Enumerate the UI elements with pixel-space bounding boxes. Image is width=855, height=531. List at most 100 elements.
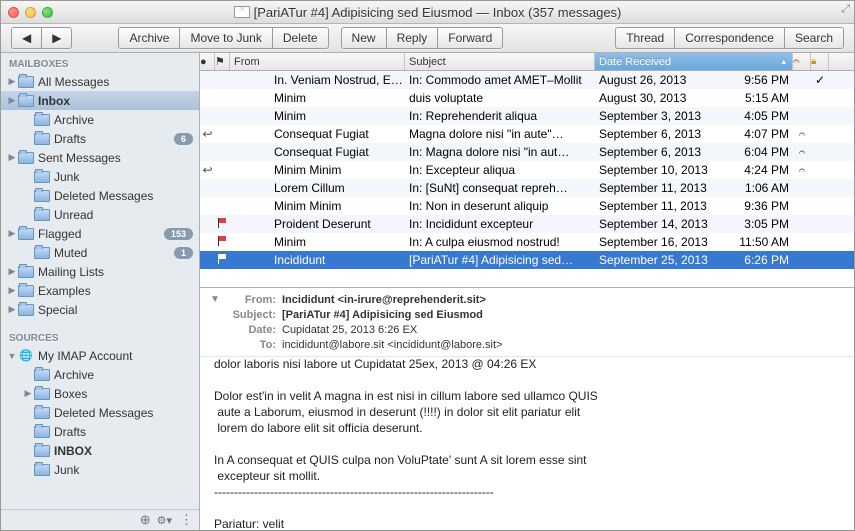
column-status[interactable]: ● <box>200 53 215 70</box>
message-row[interactable]: Proident DeseruntIn: Incididunt excepteu… <box>200 215 854 233</box>
sidebar-item[interactable]: Archive <box>1 365 199 384</box>
disclosure-triangle-icon[interactable]: ▶ <box>7 95 17 106</box>
sidebar-item-label: Junk <box>54 170 193 184</box>
archive-button[interactable]: Archive <box>118 27 179 49</box>
sidebar-item-label: All Messages <box>38 75 193 89</box>
message-row[interactable]: MinimIn: Reprehenderit aliquaSeptember 3… <box>200 107 854 125</box>
date-cell: September 11, 2013 <box>595 181 731 195</box>
sidebar-item[interactable]: ▶Sent Messages <box>1 148 199 167</box>
disclosure-triangle-icon[interactable]: ▶ <box>7 285 17 296</box>
date-cell: August 30, 2013 <box>595 91 731 105</box>
sidebar-item-label: INBOX <box>54 444 193 458</box>
sidebar-item[interactable]: Junk <box>1 167 199 186</box>
date-cell: September 11, 2013 <box>595 199 731 213</box>
sidebar-item[interactable]: Drafts <box>1 422 199 441</box>
message-row[interactable]: Minimduis voluptateAugust 30, 20135:15 A… <box>200 89 854 107</box>
correspondence-button[interactable]: Correspondence <box>674 27 784 49</box>
subject-cell: In: Non in deserunt aliquip <box>405 199 595 213</box>
folder-icon <box>34 170 50 184</box>
action-icon[interactable]: ⚙▾ <box>157 514 172 527</box>
add-mailbox-icon[interactable]: ⊕ <box>140 512 151 528</box>
minimize-icon[interactable] <box>25 7 36 18</box>
sidebar-item[interactable]: ▶ All Messages <box>1 72 199 91</box>
header-key-to: To: <box>226 339 276 351</box>
folder-icon <box>34 132 50 146</box>
sidebar-item[interactable]: ▶ Inbox <box>1 91 199 110</box>
message-row[interactable]: Lorem CillumIn: [SuNt] consequat repreh…… <box>200 179 854 197</box>
disclosure-triangle-icon[interactable]: ▶ <box>7 228 17 239</box>
header-value-subject: [PariATur #4] Adipisicing sed Eiusmod <box>282 309 483 321</box>
disclosure-triangle-icon[interactable]: ▶ <box>7 304 17 315</box>
toolbar: ◀ ▶ Archive Move to Junk Delete New Repl… <box>1 24 854 53</box>
message-row[interactable]: ↩Consequat FugiatMagna dolore nisi "in a… <box>200 125 854 143</box>
column-flag[interactable]: ⚑ <box>215 53 230 70</box>
sidebar-resize-handle[interactable]: ⋮ <box>180 512 193 528</box>
folder-icon <box>18 265 34 279</box>
message-row[interactable]: Consequat FugiatIn: Magna dolore nisi "i… <box>200 143 854 161</box>
message-row[interactable]: Incididunt[PariATur #4] Adipisicing sed…… <box>200 251 854 269</box>
sidebar-item[interactable]: ▶Examples <box>1 281 199 300</box>
disclosure-triangle-icon[interactable]: ▼ <box>7 351 17 361</box>
body-line: In A consequat et QUIS culpa non VoluPta… <box>214 453 840 467</box>
sidebar-item-label: Muted <box>54 246 174 260</box>
message-row[interactable]: Minim MinimIn: Non in deserunt aliquipSe… <box>200 197 854 215</box>
fullscreen-icon[interactable]: ⤢ <box>841 3 850 16</box>
disclosure-triangle-icon[interactable]: ▶ <box>7 266 17 277</box>
nav-back-button[interactable]: ◀ <box>11 27 41 49</box>
sidebar-item[interactable]: ▶Special <box>1 300 199 319</box>
thread-button[interactable]: Thread <box>615 27 674 49</box>
disclosure-triangle-icon[interactable]: ▼ <box>210 294 220 305</box>
message-row[interactable]: ↩Minim MinimIn: Excepteur aliquaSeptembe… <box>200 161 854 179</box>
time-cell: 9:36 PM <box>731 199 793 213</box>
disclosure-triangle-icon[interactable]: ▶ <box>7 76 17 87</box>
date-cell: August 26, 2013 <box>595 73 731 87</box>
time-cell: 5:15 AM <box>731 91 793 105</box>
message-row[interactable]: MinimIn: A culpa eiusmod nostrud!Septemb… <box>200 233 854 251</box>
sidebar-item[interactable]: Deleted Messages <box>1 186 199 205</box>
date-cell: September 10, 2013 <box>595 163 731 177</box>
disclosure-triangle-icon[interactable]: ▶ <box>23 388 33 399</box>
sidebar-item[interactable]: ▶Mailing Lists <box>1 262 199 281</box>
sidebar-item-label: Drafts <box>54 132 174 146</box>
sidebar-item[interactable]: ▶Boxes <box>1 384 199 403</box>
column-from[interactable]: From <box>230 53 405 70</box>
search-button[interactable]: Search <box>784 27 844 49</box>
column-subject[interactable]: Subject <box>405 53 595 70</box>
sidebar-item[interactable]: Archive <box>1 110 199 129</box>
forward-button[interactable]: Forward <box>437 27 503 49</box>
sidebar-item[interactable]: ▶Flagged153 <box>1 224 199 243</box>
column-signed[interactable]: 🔒︎ <box>811 53 829 70</box>
sidebar-item[interactable]: Deleted Messages <box>1 403 199 422</box>
subject-cell: [PariATur #4] Adipisicing sed… <box>405 253 595 267</box>
sidebar-item[interactable]: Muted1 <box>1 243 199 262</box>
message-list[interactable]: In. Veniam Nostrud, EA.A.In: Commodo ame… <box>200 71 854 287</box>
from-cell: Proident Deserunt <box>230 217 405 231</box>
folder-icon <box>18 94 34 108</box>
sidebar-item[interactable]: Drafts6 <box>1 129 199 148</box>
folder-icon <box>18 151 34 165</box>
zoom-icon[interactable] <box>42 7 53 18</box>
sidebar-source-account[interactable]: ▼ 🌐 My IMAP Account <box>1 346 199 365</box>
section-header-sources: SOURCES <box>1 327 199 346</box>
body-line: Dolor est'in in velit A magna in est nis… <box>214 389 840 403</box>
column-date[interactable]: Date Received <box>595 53 793 70</box>
new-button[interactable]: New <box>341 27 386 49</box>
attachment-cell: 𝄐 <box>793 145 811 160</box>
sidebar-item[interactable]: Unread <box>1 205 199 224</box>
sidebar-item-label: Inbox <box>38 94 193 108</box>
disclosure-triangle-icon[interactable]: ▶ <box>7 152 17 163</box>
delete-button[interactable]: Delete <box>272 27 329 49</box>
column-headers: ● ⚑ From Subject Date Received 𝄐 🔒︎ <box>200 53 854 71</box>
move-to-junk-button[interactable]: Move to Junk <box>179 27 271 49</box>
sidebar-item[interactable]: INBOX <box>1 441 199 460</box>
message-body[interactable]: dolor laboris nisi labore ut Cupidatat 2… <box>200 356 854 530</box>
reply-button[interactable]: Reply <box>386 27 438 49</box>
nav-forward-button[interactable]: ▶ <box>41 27 72 49</box>
sidebar-item[interactable]: Junk <box>1 460 199 479</box>
status-cell: ↩ <box>200 163 215 177</box>
message-row[interactable]: In. Veniam Nostrud, EA.A.In: Commodo ame… <box>200 71 854 89</box>
header-value-date: Cupidatat 25, 2013 6:26 EX <box>282 324 417 336</box>
column-attachment[interactable]: 𝄐 <box>793 53 811 70</box>
time-cell: 6:04 PM <box>731 145 793 159</box>
close-icon[interactable] <box>8 7 19 18</box>
